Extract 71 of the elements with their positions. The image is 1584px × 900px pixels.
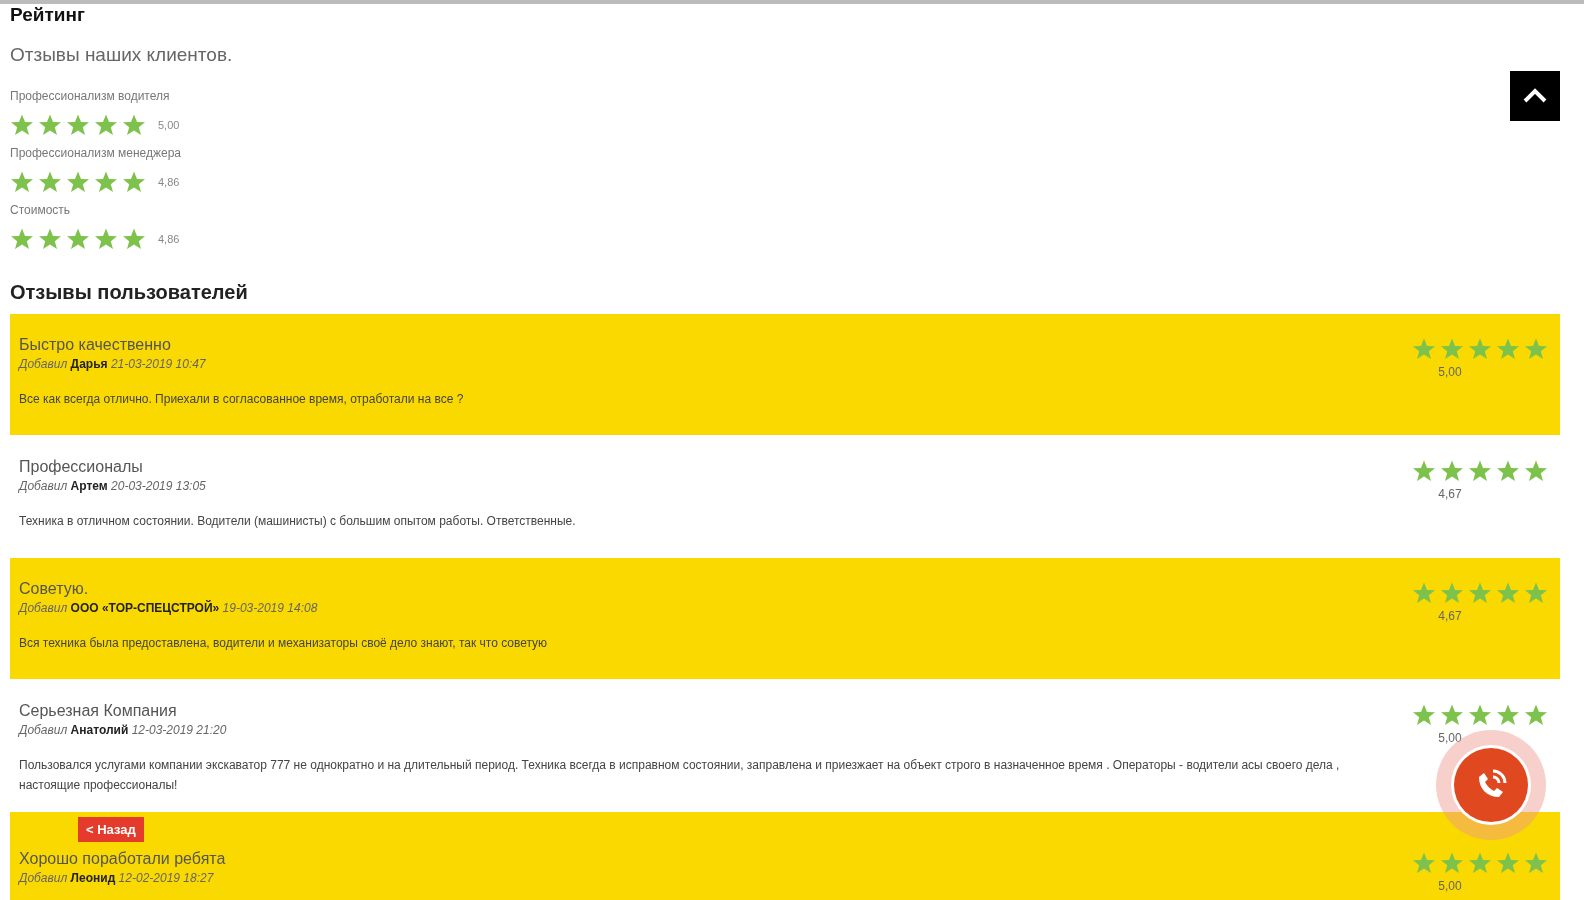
rating-value: 4,67 xyxy=(1438,487,1462,501)
rating-value: 5,00 xyxy=(158,119,180,131)
star-icon xyxy=(122,227,146,251)
star-icon xyxy=(66,113,90,137)
rating-value: 4,86 xyxy=(158,176,180,188)
review-author: Добавил Дарья 21-03-2019 10:47 xyxy=(19,357,206,371)
star-icon xyxy=(1468,581,1492,605)
star-icon xyxy=(1440,703,1464,727)
star-icon xyxy=(94,170,118,194)
rating-value: 5,00 xyxy=(1438,365,1462,379)
star-icon xyxy=(1496,703,1520,727)
section-title: Рейтинг xyxy=(10,4,85,26)
star-icon xyxy=(1496,581,1520,605)
star-icon xyxy=(10,170,34,194)
review-title: Быстро качественно xyxy=(19,336,171,354)
star-icon xyxy=(10,227,34,251)
star-icon xyxy=(122,170,146,194)
review-text: Техника в отличном состоянии. Водители (машинисты) с большим опытом работы. Ответственные. xyxy=(19,513,576,530)
review-author: Добавил Леонид 12-02-2019 18:27 xyxy=(19,871,214,885)
star-icon xyxy=(1468,459,1492,483)
star-icon xyxy=(94,113,118,137)
review-text: Пользовался услугами компании экскаватор 777 не однократно и на длительный период. Техника всегда в исправном состоянии, заправлена и приезжает на объект строго в назначенное время . Операторы - водители асы своего дела , настоящие профессионалы! xyxy=(19,757,1341,794)
star-icon xyxy=(1524,851,1548,875)
star-icon xyxy=(1468,703,1492,727)
star-icon xyxy=(1412,851,1436,875)
review-author: Добавил Артем 20-03-2019 13:05 xyxy=(19,479,206,493)
star-icon xyxy=(1524,459,1548,483)
star-icon xyxy=(1524,703,1548,727)
star-icon xyxy=(1412,703,1436,727)
star-icon xyxy=(94,227,118,251)
criterion-label: Стоимость xyxy=(10,203,71,217)
star-icon xyxy=(1440,851,1464,875)
chevron-up-icon xyxy=(1522,88,1548,104)
rating-value: 4,86 xyxy=(158,233,180,245)
star-icon xyxy=(38,170,62,194)
star-icon xyxy=(38,113,62,137)
review-text: Вся техника была предоставлена, водители и механизаторы своё дело знают, так что советую xyxy=(19,635,548,652)
rating-value: 5,00 xyxy=(1438,731,1462,745)
review-title: Советую. xyxy=(19,580,89,598)
star-icon xyxy=(66,227,90,251)
review-text: Все как всегда отлично. Приехали в согласованное время, отработали на все ? xyxy=(19,391,464,408)
star-icon xyxy=(1412,459,1436,483)
star-icon xyxy=(1440,459,1464,483)
section-title: Отзывы пользователей xyxy=(10,281,248,304)
rating-value: 4,67 xyxy=(1438,609,1462,623)
star-icon xyxy=(10,113,34,137)
star-icon xyxy=(1412,581,1436,605)
scroll-top-button[interactable] xyxy=(1510,71,1560,121)
star-icon xyxy=(1468,337,1492,361)
review-title: Серьезная Компания xyxy=(19,702,177,720)
criterion-label: Профессионализм водителя xyxy=(10,89,170,103)
star-icon xyxy=(38,227,62,251)
star-icon xyxy=(1468,851,1492,875)
star-icon xyxy=(1496,459,1520,483)
review-title: Профессионалы xyxy=(19,458,143,476)
star-icon xyxy=(66,170,90,194)
review-author: Добавил Анатолий 12-03-2019 21:20 xyxy=(19,723,227,737)
star-icon xyxy=(1440,581,1464,605)
review-title: Хорошо поработали ребята xyxy=(19,850,226,868)
star-icon xyxy=(1496,851,1520,875)
star-icon xyxy=(1524,337,1548,361)
review-author: Добавил ООО «ТОР-СПЕЦСТРОЙ» 19-03-2019 14:08 xyxy=(19,601,318,615)
back-button[interactable]: < Назад xyxy=(78,817,144,842)
rating-value: 5,00 xyxy=(1438,879,1462,893)
star-icon xyxy=(1496,337,1520,361)
star-icon xyxy=(122,113,146,137)
star-icon xyxy=(1440,337,1464,361)
section-subtitle: Отзывы наших клиентов. xyxy=(10,44,233,66)
star-icon xyxy=(1412,337,1436,361)
criterion-label: Профессионализм менеджера xyxy=(10,146,181,160)
star-icon xyxy=(1524,581,1548,605)
